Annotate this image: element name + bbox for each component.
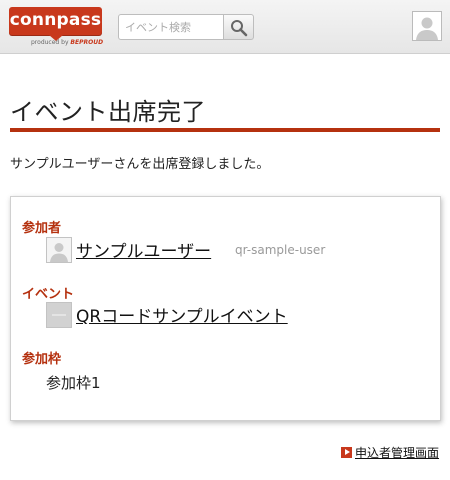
frame-label: 参加枠	[22, 352, 62, 367]
logo-sub-brand: BEPROUD	[70, 39, 104, 46]
page-title: イベント出席完了	[10, 98, 206, 126]
event-thumbnail	[46, 302, 72, 328]
user-avatar-icon	[413, 12, 441, 40]
logo-subtitle: produced by BEPROUD	[31, 39, 103, 46]
frame-value: 参加枠1	[46, 374, 101, 392]
event-name-link[interactable]: QRコードサンプルイベント	[76, 302, 288, 327]
logo-badge: connpass	[9, 7, 102, 41]
image-placeholder-icon	[47, 303, 71, 327]
logo-sub-prefix: produced by	[31, 39, 69, 46]
play-arrow-icon	[341, 447, 352, 458]
attendance-card: 参加者 サンプルユーザー qr-sample-user イベント QRコードサン…	[10, 196, 441, 421]
header: connpass produced by BEPROUD	[0, 0, 450, 54]
participant-avatar	[46, 237, 72, 263]
search-button[interactable]	[223, 14, 254, 40]
user-avatar-button[interactable]	[412, 11, 442, 41]
participant-label: 参加者	[22, 221, 62, 236]
search-icon	[231, 20, 248, 37]
applicant-admin-link[interactable]: 申込者管理画面	[341, 444, 439, 461]
admin-link-label: 申込者管理画面	[355, 446, 440, 460]
participant-id: qr-sample-user	[235, 243, 326, 257]
connpass-logo[interactable]: connpass produced by BEPROUD	[9, 7, 103, 47]
participant-name-link[interactable]: サンプルユーザー	[76, 237, 211, 262]
search-input[interactable]	[118, 14, 224, 40]
search-form	[118, 14, 254, 40]
user-placeholder-icon	[50, 243, 68, 262]
title-divider	[10, 128, 440, 132]
event-label: イベント	[22, 287, 75, 302]
status-message: サンプルユーザーさんを出席登録しました。	[10, 157, 270, 172]
